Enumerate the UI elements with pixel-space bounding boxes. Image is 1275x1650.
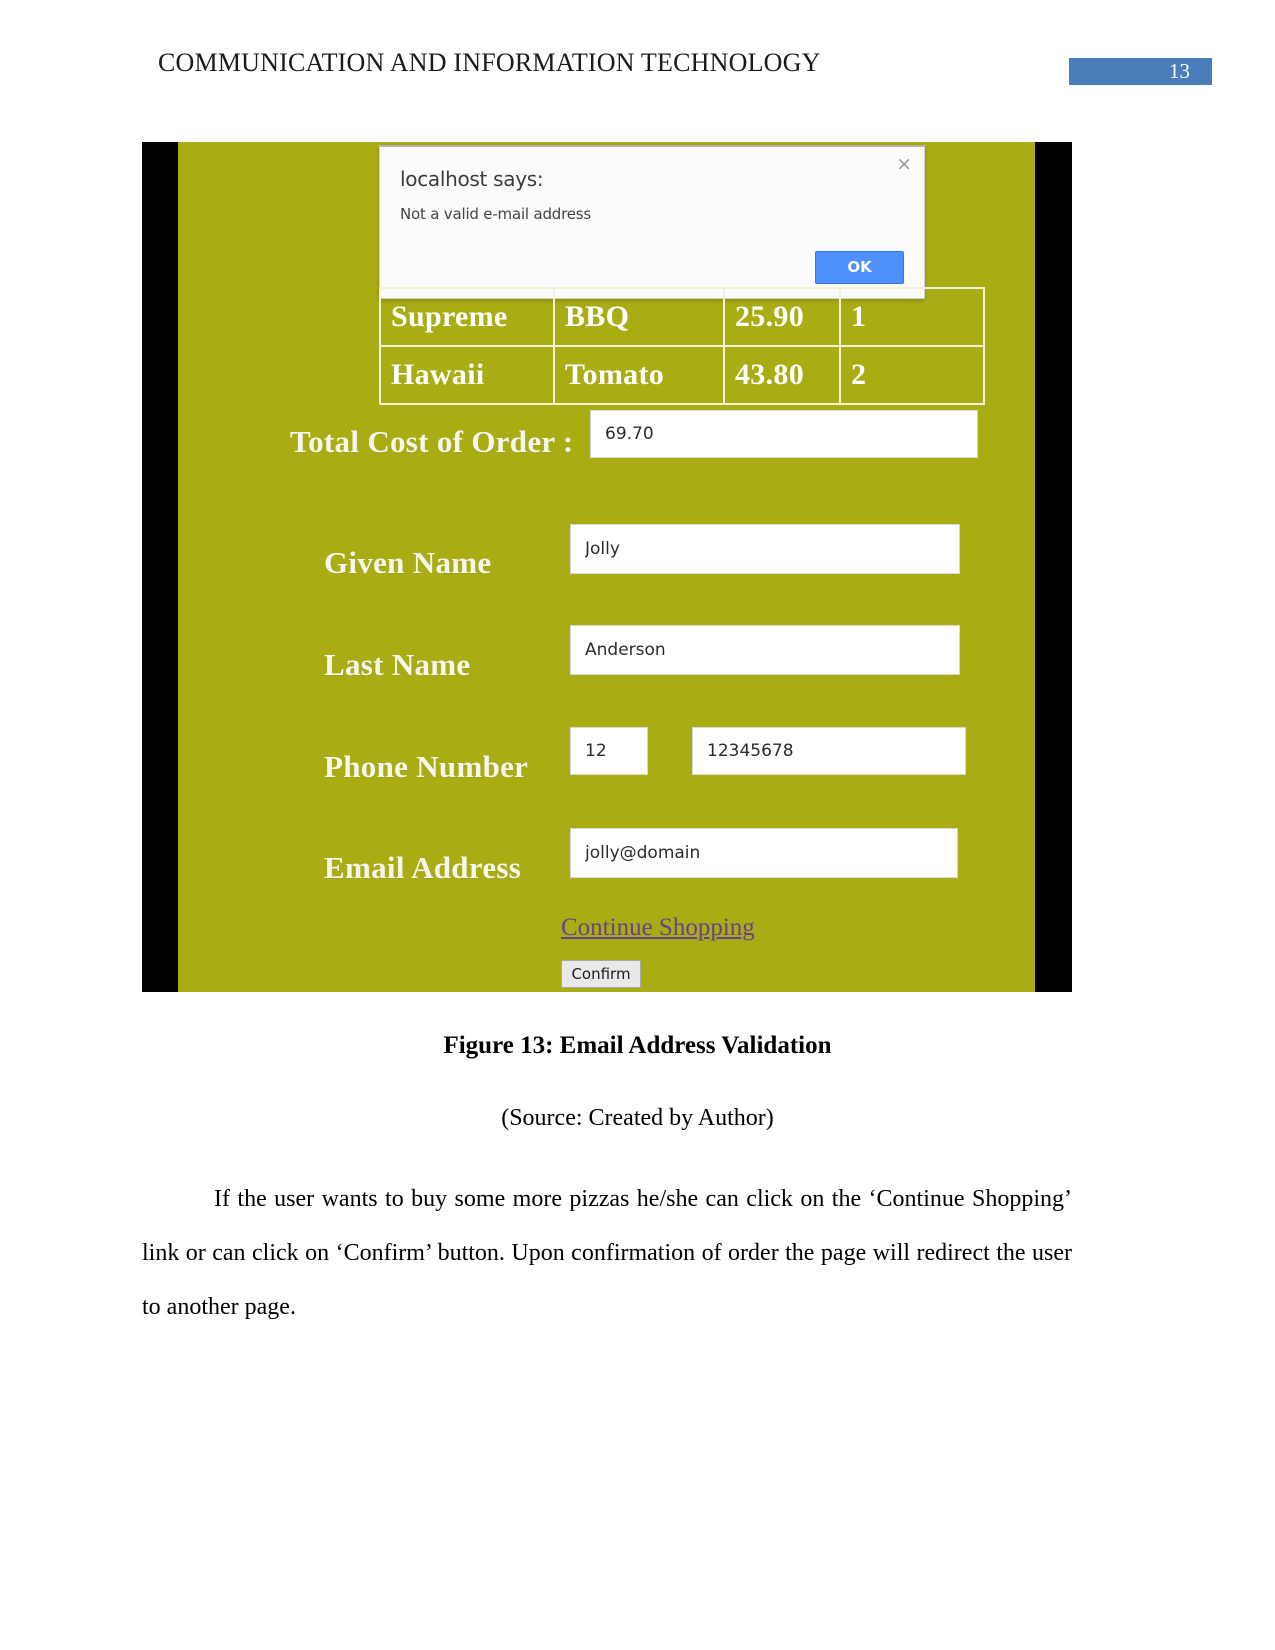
email-address-label: Email Address [324,850,522,885]
email-address-input[interactable] [570,828,958,878]
figure-source: (Source: Created by Author) [501,1105,774,1131]
page-title: COMMUNICATION AND INFORMATION TECHNOLOGY [158,48,821,77]
cell-price: 43.80 [723,345,841,405]
table-row: Supreme BBQ 25.90 1 [379,287,985,347]
browser-page-canvas: × localhost says: Not a valid e-mail add… [178,142,1035,992]
last-name-label: Last Name [324,647,471,682]
close-icon[interactable]: × [896,155,912,174]
cell-quantity: 1 [839,287,985,347]
page-number-badge: 13 [1069,58,1212,85]
cell-topping: Tomato [553,345,725,405]
total-cost-label: Total Cost of Order : [290,424,574,459]
total-cost-input[interactable] [590,410,978,458]
cell-price: 25.90 [723,287,841,347]
given-name-input[interactable] [570,524,960,574]
figure-caption: Figure 13: Email Address Validation [443,1032,832,1059]
alert-title: localhost says: [400,167,544,191]
table-row: Hawaii Tomato 43.80 2 [379,345,985,405]
given-name-label: Given Name [324,545,492,580]
confirm-button[interactable]: Confirm [561,960,641,988]
continue-shopping-link[interactable]: Continue Shopping [561,914,755,942]
figure-screenshot: × localhost says: Not a valid e-mail add… [142,142,1072,992]
alert-ok-button[interactable]: OK [815,251,904,284]
cell-topping: BBQ [553,287,725,347]
browser-alert-dialog[interactable]: × localhost says: Not a valid e-mail add… [379,145,925,299]
order-table: Supreme BBQ 25.90 1 Hawaii Tomato 43.80 … [379,287,985,405]
alert-message: Not a valid e-mail address [400,205,591,223]
phone-number-input[interactable] [692,727,966,775]
phone-number-label: Phone Number [324,749,529,784]
body-paragraph: If the user wants to buy some more pizza… [142,1186,1072,1320]
cell-quantity: 2 [839,345,985,405]
phone-country-code-input[interactable] [570,727,648,775]
last-name-input[interactable] [570,625,960,675]
cell-pizza-name: Supreme [379,287,555,347]
cell-pizza-name: Hawaii [379,345,555,405]
